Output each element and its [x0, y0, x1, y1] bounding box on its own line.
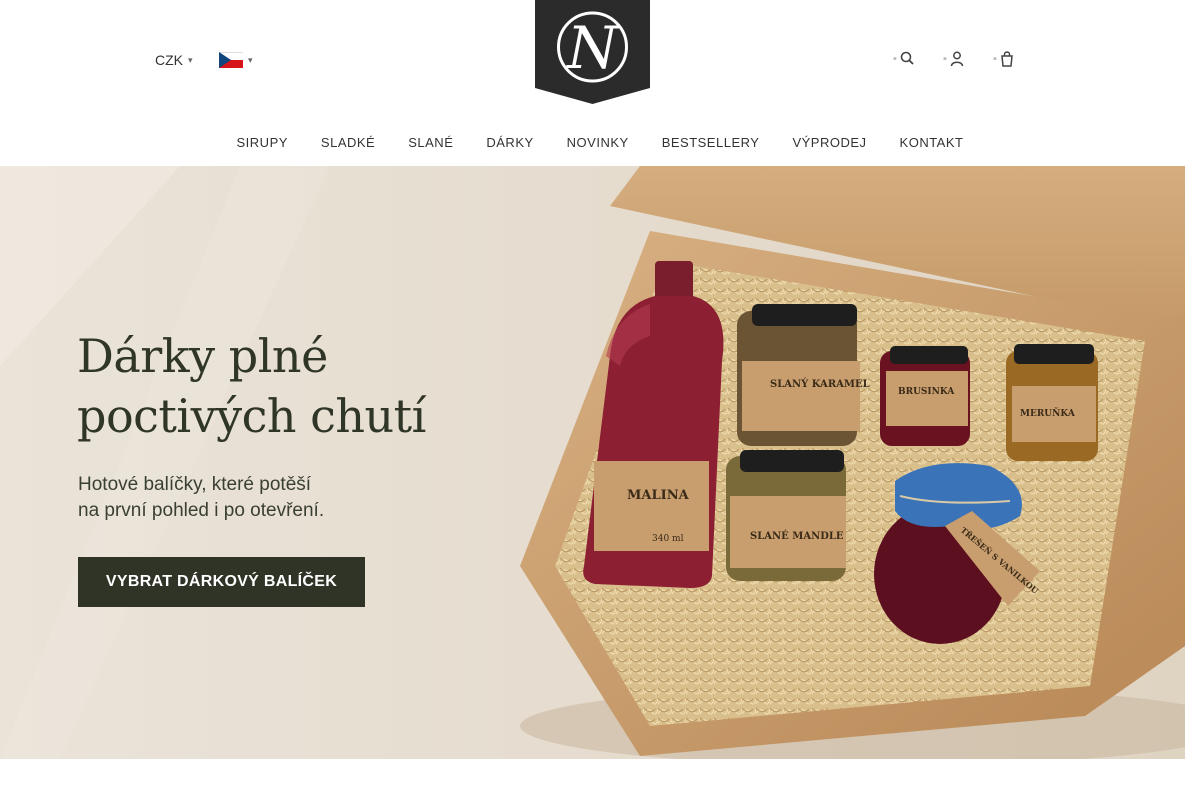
jar-brusinka: BRUSINKA: [880, 346, 970, 446]
hero-subtitle-line-1: Hotové balíčky, které potěší: [78, 474, 312, 495]
logo-letter: N: [565, 14, 620, 82]
jar-label-2: BRUSINKA: [898, 387, 955, 397]
nav-item-sirupy[interactable]: SIRUPY: [237, 131, 288, 155]
jar-label-4: SLANÉ MANDLE: [750, 530, 844, 542]
hero-banner[interactable]: MALINA 340 ml SLANÝ KARAMEL BRUSINKA MER…: [0, 166, 1185, 759]
site-logo[interactable]: N: [535, 0, 650, 104]
site-header: CZK ▾ ▾ N ▪ ▪ ▪ SIRUPY SLADKÉ SLANÉ DÁRK…: [0, 0, 1200, 166]
nav-item-vyprodej[interactable]: VÝPRODEJ: [792, 131, 866, 155]
search-button[interactable]: ▪: [893, 50, 914, 68]
jar-slane-mandle: SLANÉ MANDLE: [726, 450, 846, 581]
cart-button[interactable]: ▪: [993, 50, 1014, 68]
nav-item-bestsellery[interactable]: BESTSELLERY: [662, 131, 760, 155]
nav-item-kontakt[interactable]: KONTAKT: [900, 131, 964, 155]
search-icon: [900, 51, 914, 65]
currency-selector[interactable]: CZK ▾: [155, 52, 193, 68]
language-selector[interactable]: ▾: [219, 52, 253, 68]
czech-flag-icon: [219, 52, 243, 68]
choose-gift-box-button[interactable]: VYBRAT DÁRKOVÝ BALÍČEK: [78, 557, 365, 607]
currency-label: CZK: [155, 52, 183, 68]
jar-merunka: MERUŇKA: [1006, 344, 1098, 461]
account-button[interactable]: ▪: [943, 50, 964, 68]
main-navigation: SIRUPY SLADKÉ SLANÉ DÁRKY NOVINKY BESTSE…: [0, 131, 1200, 155]
user-icon: [950, 51, 964, 67]
gift-box-image: MALINA 340 ml SLANÝ KARAMEL BRUSINKA MER…: [0, 166, 1185, 759]
nav-item-novinky[interactable]: NOVINKY: [567, 131, 629, 155]
bullet-icon: ▪: [943, 53, 947, 65]
cart-icon: [1001, 51, 1013, 67]
hero-title-line-1: Dárky plné: [77, 329, 328, 383]
bullet-icon: ▪: [993, 53, 997, 65]
jar-label-1: SLANÝ KARAMEL: [770, 378, 870, 390]
logo-emblem: N: [535, 0, 650, 104]
bullet-icon: ▪: [893, 53, 897, 65]
nav-item-darky[interactable]: DÁRKY: [486, 131, 533, 155]
bottle-label: MALINA: [627, 488, 690, 503]
hero-subtitle-line-2: na první pohled i po otevření.: [78, 500, 325, 521]
chevron-down-icon: ▾: [248, 54, 253, 65]
nav-item-sladke[interactable]: SLADKÉ: [321, 131, 375, 155]
nav-item-slane[interactable]: SLANÉ: [408, 131, 453, 155]
hero-title-line-2: poctivých chutí: [77, 389, 426, 443]
jar-slany-karamel: SLANÝ KARAMEL: [737, 304, 870, 446]
bottle-volume: 340 ml: [652, 534, 684, 544]
hero-subtitle: Hotové balíčky, které potěší na první po…: [78, 472, 408, 524]
chevron-down-icon: ▾: [188, 54, 193, 65]
bottle-malina: MALINA 340 ml: [583, 261, 724, 588]
hero-title: Dárky plné poctivých chutí: [77, 326, 517, 446]
jar-label-3: MERUŇKA: [1020, 407, 1076, 419]
